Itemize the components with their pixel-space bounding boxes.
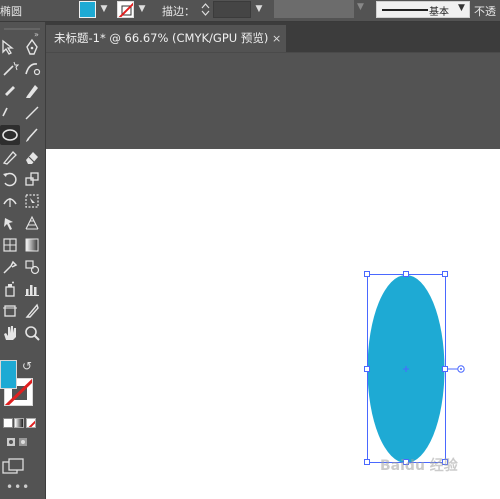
resize-handle xyxy=(364,459,370,465)
resize-handle xyxy=(442,366,448,372)
resize-handle xyxy=(403,271,409,277)
resize-handle xyxy=(364,271,370,277)
canvas-overlay xyxy=(364,271,465,465)
watermark: Baidu 经验 xyxy=(380,458,458,474)
resize-handle xyxy=(442,271,448,277)
resize-handle xyxy=(364,366,370,372)
